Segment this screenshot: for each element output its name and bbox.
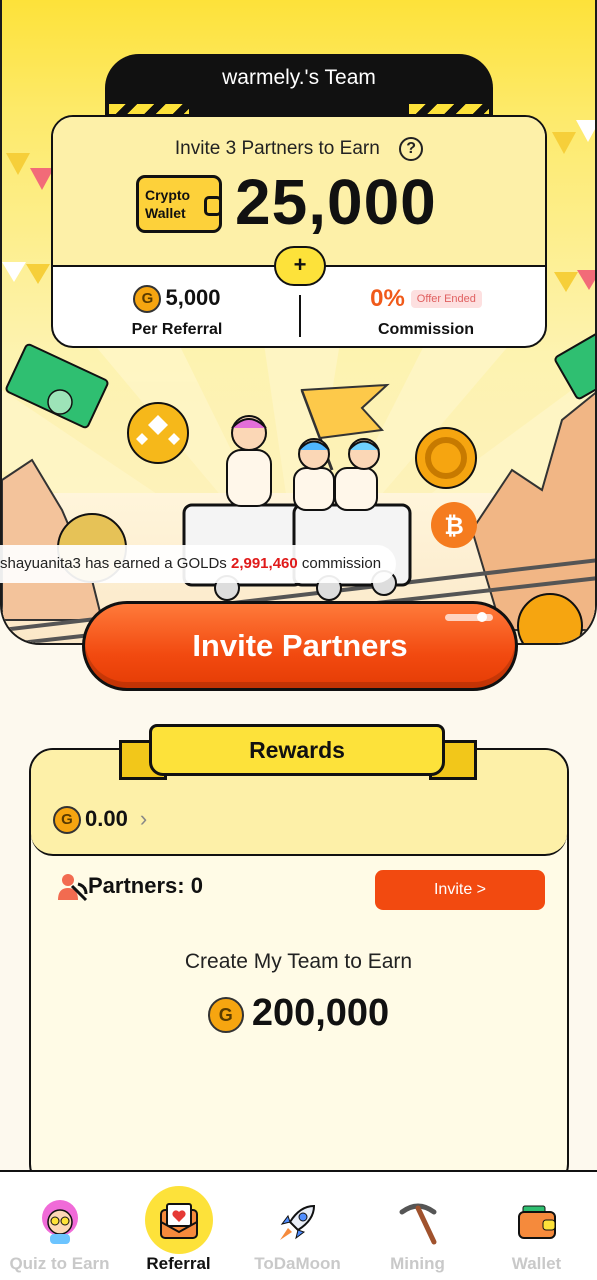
team-title: warmely.'s Team	[222, 66, 376, 89]
commission-stat: 0% Offer Ended Commission	[303, 285, 545, 339]
wallet-icon	[517, 1205, 556, 1239]
partners-count: Partners: 0	[54, 872, 203, 902]
rewards-title: Rewards	[249, 737, 345, 763]
offer-ended-badge: Offer Ended	[410, 290, 482, 308]
reward-balance[interactable]: 0.00›	[53, 806, 148, 835]
gold-coin-icon	[207, 996, 244, 1033]
rewards-ribbon: Rewards	[117, 718, 479, 788]
bottom-navigation: Quiz to Earn Referral ToDaMoon Mining Wa…	[0, 1170, 597, 1280]
earn-amount: 25,000	[235, 166, 437, 238]
per-referral-stat: 5,000 Per Referral	[53, 285, 301, 339]
svg-text:₿: ₿	[444, 513, 464, 540]
invite-earn-text: Invite 3 Partners to Earn	[174, 138, 380, 160]
invite-earn-card: Invite 3 Partners to Earn ? Crypto Wallet…	[51, 115, 547, 348]
expand-plus-button[interactable]: +	[274, 246, 326, 286]
crypto-wallet-badge: Crypto Wallet	[136, 175, 222, 233]
create-team-text: Create My Team to Earn	[184, 950, 413, 973]
team-header: warmely.'s Team	[105, 54, 493, 116]
invite-partners-button[interactable]: Invite Partners	[82, 601, 518, 691]
flag-icon	[300, 383, 390, 440]
envelope-heart-icon	[159, 1203, 198, 1239]
nav-referral[interactable]: Referral	[119, 1172, 238, 1280]
miner-person-icon	[58, 874, 88, 902]
gold-coin-icon	[133, 285, 162, 314]
nav-todamoon[interactable]: ToDaMoon	[238, 1172, 357, 1280]
invite-button[interactable]: Invite >	[375, 870, 545, 910]
mining-cart-scene: ₿	[2, 330, 595, 643]
gold-coin-icon	[53, 806, 81, 835]
rocket-icon	[279, 1204, 315, 1240]
pickaxe-icon	[399, 1203, 436, 1245]
create-team-amount: 200,000	[0, 992, 597, 1035]
nav-quiz-to-earn[interactable]: Quiz to Earn	[0, 1172, 119, 1280]
nav-mining[interactable]: Mining	[358, 1172, 477, 1280]
money-bill-icon	[5, 343, 109, 429]
nav-wallet[interactable]: Wallet	[477, 1172, 596, 1280]
wallet-clasp-icon	[204, 196, 222, 216]
chevron-right-icon: ›	[139, 806, 148, 831]
quiz-avatar-icon	[41, 1200, 78, 1244]
help-question-icon[interactable]: ?	[399, 137, 424, 161]
earnings-ticker: shayuanita3 has earned a GOLDs 2,991,460…	[0, 545, 396, 583]
